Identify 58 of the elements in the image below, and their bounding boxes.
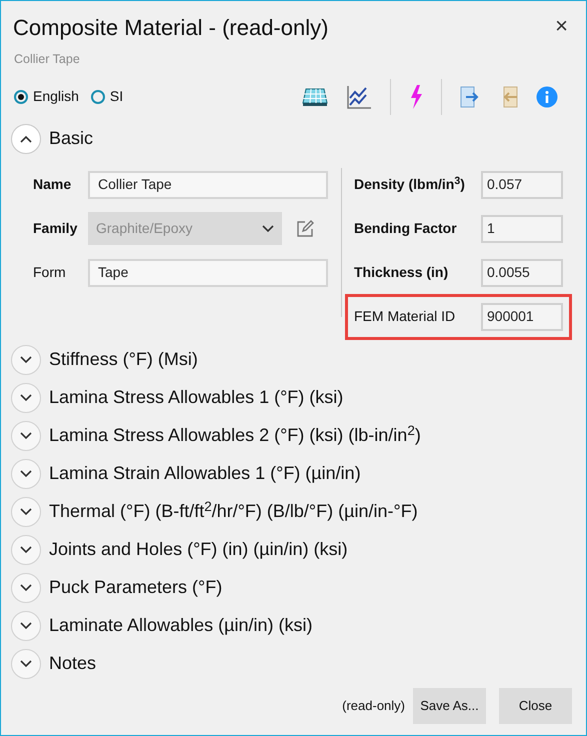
field-label: Name [33,175,72,194]
expand-toggle[interactable] [11,648,41,679]
expand-toggle[interactable] [11,382,41,413]
chevron-down-icon [20,584,32,592]
expand-toggle[interactable] [11,344,41,375]
chevron-down-icon [262,224,274,233]
expand-toggle[interactable] [11,610,41,641]
section-title: Joints and Holes (°F) (in) (µin/in) (ksi) [49,538,348,562]
chevron-down-icon [20,394,32,402]
close-dialog-button[interactable]: Close [499,688,572,724]
chevron-down-icon [20,508,32,516]
section-title: Stiffness (°F) (Msi) [49,348,198,372]
grid-panel-icon[interactable] [302,86,328,108]
text-field[interactable]: Tape [88,258,328,287]
chevron-down-icon [20,470,32,478]
text-field[interactable]: 1 [481,214,563,243]
chevron-down-icon [20,546,32,554]
expand-toggle[interactable] [11,124,41,154]
expand-toggle[interactable] [11,420,41,451]
section-title: Laminate Allowables (µin/in) (ksi) [49,614,312,638]
section-title: Lamina Stress Allowables 2 (°F) (ksi) (lb-in/in$^{2}$) [49,422,421,448]
text-field[interactable]: 0.057 [481,170,563,199]
field-label: FEM Material ID [354,307,456,326]
window-subtitle: Collier Tape [13,51,81,68]
chevron-down-icon [20,622,32,630]
section-title: Puck Parameters (°F) [49,576,222,600]
close-button[interactable]: × [555,15,568,37]
chevron-down-icon [20,356,32,364]
unit-radio[interactable]: SI [90,86,124,108]
field-label: Bending Factor [354,219,458,238]
expand-toggle[interactable] [11,496,41,527]
info-icon[interactable] [536,86,558,108]
chevron-up-icon [20,134,32,143]
edit-icon[interactable] [296,220,314,238]
section-title: Thermal (°F) (B-ft/ft$^{2}$/hr/°F) (B/lb/°F) (µin/in-°F) [49,498,418,524]
section-title: Lamina Stress Allowables 1 (°F) (ksi) [49,386,344,410]
expand-toggle[interactable] [11,534,41,565]
expand-toggle[interactable] [11,572,41,603]
save-as-button[interactable]: Save As... [413,688,486,724]
section-title: Basic [49,127,94,150]
text-field[interactable]: 900001 [481,302,563,331]
read-only-label: (read-only) [342,697,405,716]
field-label: Family [33,219,78,238]
field-label: Thickness (in) [354,263,450,282]
field-label: Form [33,263,67,282]
line-chart-icon[interactable] [346,84,372,110]
unit-radio[interactable]: English [14,86,79,108]
chevron-down-icon [20,660,32,668]
lightning-icon[interactable] [409,84,423,109]
field-label: Density (lbm/in$^{3}$) [354,174,466,194]
export-icon[interactable] [460,86,480,108]
section-title: Notes [49,652,96,676]
expand-toggle[interactable] [11,458,41,489]
chevron-down-icon [20,432,32,440]
text-field[interactable]: 0.0055 [481,258,563,287]
section-title: Lamina Strain Allowables 1 (°F) (µin/in) [49,462,361,486]
text-field[interactable]: Collier Tape [88,170,328,199]
window-title: Composite Material - (read-only) [13,14,328,42]
